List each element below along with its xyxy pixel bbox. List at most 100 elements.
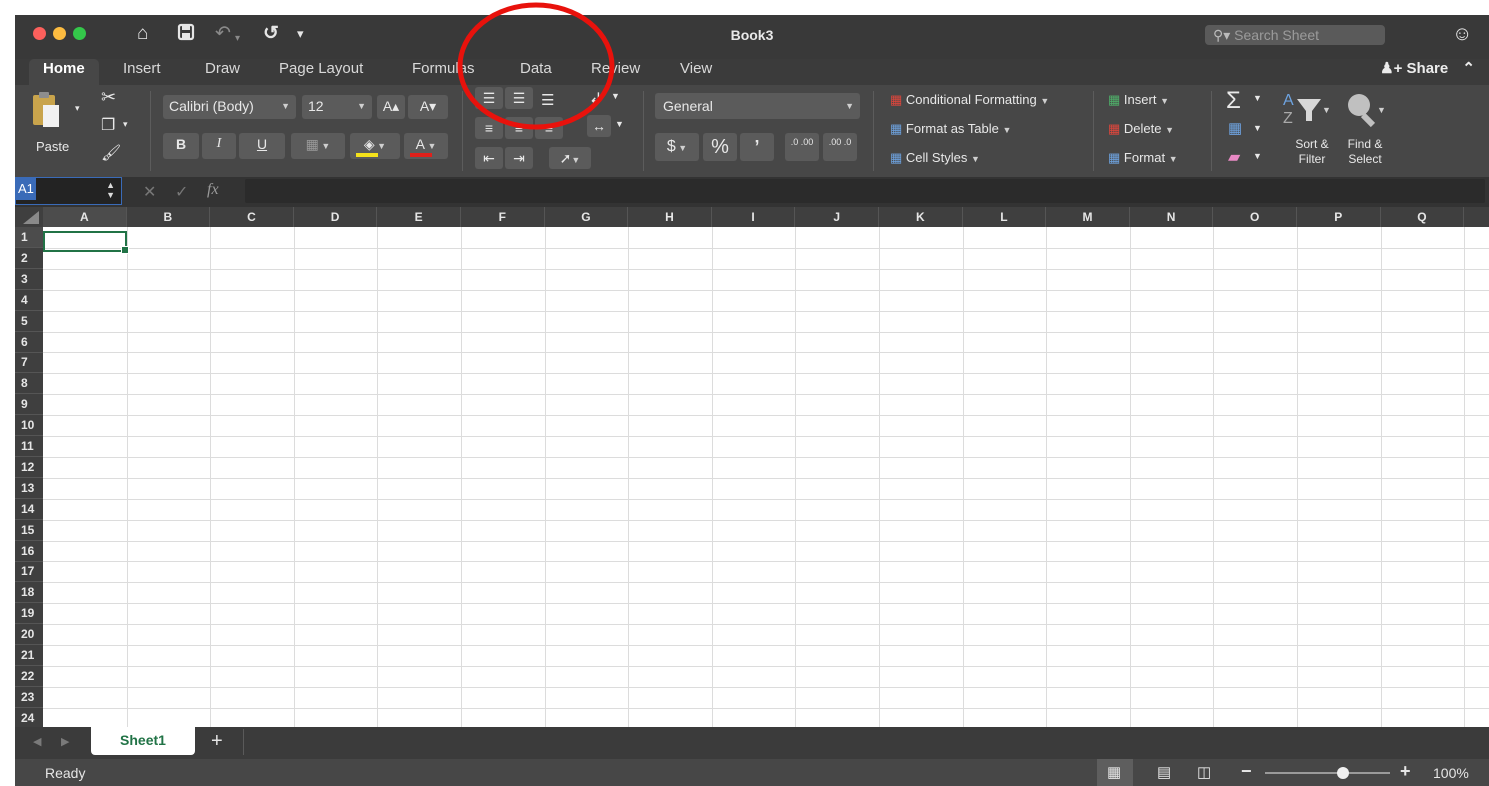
row-header-5[interactable]: 5 [15, 311, 43, 332]
format-painter-icon[interactable]: 🖌 [101, 143, 121, 163]
tab-insert[interactable]: Insert [123, 59, 161, 85]
zoom-in-button[interactable]: + [1400, 761, 1411, 782]
format-cells-button[interactable]: ▦ Format ▼ [1108, 150, 1178, 167]
tab-view[interactable]: View [680, 59, 712, 85]
italic-button[interactable]: I [202, 133, 236, 159]
increase-decimal-button[interactable]: .0 .00 [785, 133, 819, 161]
search-input[interactable]: ⚲▾ Search Sheet [1205, 25, 1385, 45]
bold-button[interactable]: B [163, 133, 199, 159]
comma-style-button[interactable]: ’ [740, 133, 774, 161]
name-box-stepper-icon[interactable]: ▲ ▼ [106, 180, 115, 200]
increase-indent-button[interactable]: ⇥ [505, 147, 533, 169]
column-header-n[interactable]: N [1130, 207, 1214, 227]
row-header-18[interactable]: 18 [15, 582, 43, 604]
column-header-g[interactable]: G [545, 207, 629, 227]
find-select-button[interactable]: ▼ [1345, 91, 1386, 132]
row-header-6[interactable]: 6 [15, 332, 43, 353]
borders-button[interactable]: ▦ ▼ [291, 133, 345, 159]
underline-button[interactable]: U [239, 133, 285, 159]
align-center-button[interactable]: ≡ [505, 117, 533, 139]
paste-dropdown-icon[interactable]: ▾ [75, 103, 80, 114]
add-sheet-button[interactable]: + [211, 730, 223, 753]
column-header-m[interactable]: M [1046, 207, 1130, 227]
column-header-a[interactable]: A [43, 207, 127, 227]
chevron-down-icon[interactable]: ▼ [611, 91, 620, 101]
merge-center-button[interactable]: ↔ [587, 115, 611, 137]
tab-formulas[interactable]: Formulas [412, 59, 475, 85]
tab-draw[interactable]: Draw [205, 59, 240, 85]
column-header-k[interactable]: K [879, 207, 963, 227]
paste-button[interactable] [31, 91, 63, 134]
autosum-icon[interactable]: Σ [1226, 87, 1241, 115]
align-middle-button[interactable]: ☰ [505, 87, 533, 109]
eraser-icon[interactable]: ▰ [1228, 147, 1240, 167]
chevron-down-icon[interactable]: ▼ [1253, 123, 1262, 133]
copy-icon[interactable]: ❐ [101, 115, 115, 135]
font-size-dropdown[interactable]: 12 ▼ [302, 95, 372, 119]
row-header-16[interactable]: 16 [15, 541, 43, 562]
column-header-l[interactable]: L [963, 207, 1047, 227]
column-header-q[interactable]: Q [1381, 207, 1465, 227]
previous-sheet-icon[interactable]: ◀ [33, 735, 41, 748]
row-header-10[interactable]: 10 [15, 415, 43, 437]
column-header-e[interactable]: E [377, 207, 461, 227]
row-header-23[interactable]: 23 [15, 687, 43, 708]
column-header-h[interactable]: H [628, 207, 712, 227]
zoom-slider-handle[interactable] [1337, 767, 1350, 779]
column-header-j[interactable]: J [795, 207, 879, 227]
wrap-text-icon[interactable]: ↲ [589, 89, 602, 109]
row-header-1[interactable]: 1 [15, 227, 43, 248]
row-header-4[interactable]: 4 [15, 290, 43, 311]
column-header-d[interactable]: D [294, 207, 378, 227]
fill-color-button[interactable]: ◈ ▼ [350, 133, 400, 159]
shrink-font-button[interactable]: A▾ [408, 95, 448, 119]
row-header-14[interactable]: 14 [15, 499, 43, 520]
row-header-15[interactable]: 15 [15, 520, 43, 541]
row-header-8[interactable]: 8 [15, 373, 43, 395]
tab-review[interactable]: Review [591, 59, 640, 85]
conditional-formatting-button[interactable]: ▦ Conditional Formatting ▼ [890, 92, 1049, 109]
font-color-button[interactable]: A ▼ [404, 133, 448, 159]
page-layout-view-icon[interactable]: ▤ [1157, 763, 1171, 781]
selected-cell[interactable] [43, 231, 129, 254]
grow-font-button[interactable]: A▴ [377, 95, 405, 119]
sheet-tab-sheet1[interactable]: Sheet1 [91, 727, 195, 755]
row-header-13[interactable]: 13 [15, 478, 43, 499]
row-header-22[interactable]: 22 [15, 666, 43, 687]
percent-button[interactable]: % [703, 133, 737, 161]
row-header-24[interactable]: 24 [15, 708, 43, 727]
tab-home[interactable]: Home [29, 59, 99, 85]
row-header-20[interactable]: 20 [15, 624, 43, 646]
row-header-2[interactable]: 2 [15, 248, 43, 269]
cell-styles-button[interactable]: ▦ Cell Styles ▼ [890, 150, 980, 167]
share-button[interactable]: ♟+ Share ⌃ [1380, 59, 1475, 77]
row-header-9[interactable]: 9 [15, 394, 43, 416]
normal-view-button[interactable]: ▦ [1097, 759, 1133, 786]
chevron-down-icon[interactable]: ▼ [1253, 151, 1262, 161]
row-header-3[interactable]: 3 [15, 269, 43, 290]
collapse-ribbon-icon[interactable]: ⌃ [1462, 60, 1475, 77]
column-header-f[interactable]: F [461, 207, 545, 227]
row-header-7[interactable]: 7 [15, 352, 43, 374]
tab-page-layout[interactable]: Page Layout [279, 59, 363, 85]
page-break-view-icon[interactable]: ◫ [1197, 763, 1211, 781]
align-right-button[interactable]: ≡ [535, 117, 563, 139]
sort-filter-button[interactable]: A Z ▼ [1281, 89, 1331, 132]
copy-dropdown-icon[interactable]: ▾ [123, 119, 128, 130]
align-bottom-icon[interactable]: ☰ [541, 91, 554, 109]
insert-cells-button[interactable]: ▦ Insert ▼ [1108, 92, 1169, 109]
next-sheet-icon[interactable]: ▶ [61, 735, 69, 748]
insert-function-button[interactable]: fx [207, 181, 219, 199]
number-format-dropdown[interactable]: General ▼ [655, 93, 860, 119]
currency-button[interactable]: $ ▼ [655, 133, 699, 161]
tab-data[interactable]: Data [520, 59, 552, 85]
row-header-17[interactable]: 17 [15, 561, 43, 583]
cut-icon[interactable]: ✂ [101, 87, 116, 108]
align-left-button[interactable]: ≡ [475, 117, 503, 139]
column-header-o[interactable]: O [1213, 207, 1297, 227]
smiley-icon[interactable]: ☺ [1452, 23, 1472, 46]
name-box[interactable]: A1 ▲ ▼ [15, 177, 122, 205]
confirm-entry-icon[interactable]: ✓ [175, 182, 188, 202]
worksheet-grid[interactable]: ABCDEFGHIJKLMNOPQ 1 2 3 4 5 6 7 8 9 10 11 12 13 14 15 1… [15, 207, 1489, 727]
row-header-11[interactable]: 11 [15, 436, 43, 457]
